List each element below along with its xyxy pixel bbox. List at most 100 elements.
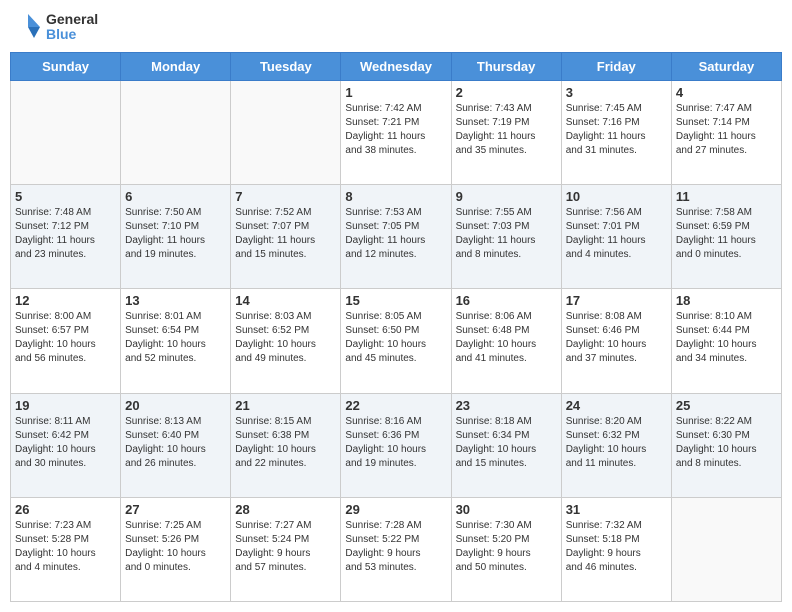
day-number: 26 xyxy=(15,502,116,517)
day-info: Sunrise: 8:05 AM Sunset: 6:50 PM Dayligh… xyxy=(345,310,446,366)
day-number: 25 xyxy=(676,398,777,413)
day-info: Sunrise: 7:48 AM Sunset: 7:12 PM Dayligh… xyxy=(15,206,116,262)
day-number: 14 xyxy=(235,293,336,308)
calendar-cell: 19Sunrise: 8:11 AM Sunset: 6:42 PM Dayli… xyxy=(11,393,121,497)
weekday-header-monday: Monday xyxy=(121,53,231,81)
day-info: Sunrise: 8:15 AM Sunset: 6:38 PM Dayligh… xyxy=(235,415,336,471)
day-number: 11 xyxy=(676,189,777,204)
day-number: 20 xyxy=(125,398,226,413)
calendar-week-3: 19Sunrise: 8:11 AM Sunset: 6:42 PM Dayli… xyxy=(11,393,782,497)
day-number: 28 xyxy=(235,502,336,517)
calendar-body: 1 Sunrise: 7:42 AM Sunset: 7:21 PM Daylig… xyxy=(11,81,782,602)
calendar-cell: 25 Sunrise: 8:22 AM Sunset: 6:30 PM Dayli… xyxy=(671,393,781,497)
day-number: 31 xyxy=(566,502,667,517)
logo: GeneralBlue xyxy=(10,10,98,44)
day-number: 18 xyxy=(676,293,777,308)
calendar-cell: 3 Sunrise: 7:45 AM Sunset: 7:16 PM Daylig… xyxy=(561,81,671,185)
calendar-cell: 21 Sunrise: 8:15 AM Sunset: 6:38 PM Dayli… xyxy=(231,393,341,497)
calendar-cell: 7Sunrise: 7:52 AM Sunset: 7:07 PM Daylig… xyxy=(231,185,341,289)
day-info: Sunrise: 8:10 AM Sunset: 6:44 PM Dayligh… xyxy=(676,310,777,366)
weekday-header-friday: Friday xyxy=(561,53,671,81)
day-info: Sunrise: 7:53 AM Sunset: 7:05 PM Dayligh… xyxy=(345,206,446,262)
day-info: Sunrise: 8:01 AM Sunset: 6:54 PM Dayligh… xyxy=(125,310,226,366)
calendar-cell: 18 Sunrise: 8:10 AM Sunset: 6:44 PM Dayli… xyxy=(671,289,781,393)
day-info: Sunrise: 8:03 AM Sunset: 6:52 PM Dayligh… xyxy=(235,310,336,366)
calendar-week-4: 26 Sunrise: 7:23 AM Sunset: 5:28 PM Dayli… xyxy=(11,497,782,601)
day-info: Sunrise: 8:11 AM Sunset: 6:42 PM Dayligh… xyxy=(15,415,116,471)
day-number: 3 xyxy=(566,85,667,100)
day-number: 10 xyxy=(566,189,667,204)
day-info: Sunrise: 7:58 AM Sunset: 6:59 PM Dayligh… xyxy=(676,206,777,262)
calendar-cell: 23 Sunrise: 8:18 AM Sunset: 6:34 PM Dayli… xyxy=(451,393,561,497)
day-number: 12 xyxy=(15,293,116,308)
day-info: Sunrise: 8:18 AM Sunset: 6:34 PM Dayligh… xyxy=(456,415,557,471)
calendar-cell: 6 Sunrise: 7:50 AM Sunset: 7:10 PM Daylig… xyxy=(121,185,231,289)
day-info: Sunrise: 7:42 AM Sunset: 7:21 PM Dayligh… xyxy=(345,102,446,158)
header: GeneralBlue xyxy=(10,10,782,44)
day-info: Sunrise: 8:22 AM Sunset: 6:30 PM Dayligh… xyxy=(676,415,777,471)
calendar-cell: 11 Sunrise: 7:58 AM Sunset: 6:59 PM Dayli… xyxy=(671,185,781,289)
calendar-cell: 30Sunrise: 7:30 AM Sunset: 5:20 PM Dayli… xyxy=(451,497,561,601)
weekday-header-saturday: Saturday xyxy=(671,53,781,81)
day-info: Sunrise: 8:20 AM Sunset: 6:32 PM Dayligh… xyxy=(566,415,667,471)
calendar-cell: 27 Sunrise: 7:25 AM Sunset: 5:26 PM Dayli… xyxy=(121,497,231,601)
day-info: Sunrise: 7:47 AM Sunset: 7:14 PM Dayligh… xyxy=(676,102,777,158)
calendar-cell: 20 Sunrise: 8:13 AM Sunset: 6:40 PM Dayli… xyxy=(121,393,231,497)
day-info: Sunrise: 7:23 AM Sunset: 5:28 PM Dayligh… xyxy=(15,519,116,575)
day-number: 2 xyxy=(456,85,557,100)
calendar-cell: 26 Sunrise: 7:23 AM Sunset: 5:28 PM Dayli… xyxy=(11,497,121,601)
weekday-row: SundayMondayTuesdayWednesdayThursdayFrid… xyxy=(11,53,782,81)
calendar-cell: 16Sunrise: 8:06 AM Sunset: 6:48 PM Dayli… xyxy=(451,289,561,393)
day-info: Sunrise: 7:32 AM Sunset: 5:18 PM Dayligh… xyxy=(566,519,667,575)
calendar-cell: 24 Sunrise: 8:20 AM Sunset: 6:32 PM Dayli… xyxy=(561,393,671,497)
weekday-header-wednesday: Wednesday xyxy=(341,53,451,81)
calendar-cell: 1 Sunrise: 7:42 AM Sunset: 7:21 PM Daylig… xyxy=(341,81,451,185)
day-number: 22 xyxy=(345,398,446,413)
calendar-cell: 2 Sunrise: 7:43 AM Sunset: 7:19 PM Daylig… xyxy=(451,81,561,185)
calendar-cell: 28 Sunrise: 7:27 AM Sunset: 5:24 PM Dayli… xyxy=(231,497,341,601)
calendar-header: SundayMondayTuesdayWednesdayThursdayFrid… xyxy=(11,53,782,81)
day-info: Sunrise: 7:43 AM Sunset: 7:19 PM Dayligh… xyxy=(456,102,557,158)
day-info: Sunrise: 7:25 AM Sunset: 5:26 PM Dayligh… xyxy=(125,519,226,575)
day-info: Sunrise: 8:13 AM Sunset: 6:40 PM Dayligh… xyxy=(125,415,226,471)
calendar-cell xyxy=(121,81,231,185)
calendar-cell: 5Sunrise: 7:48 AM Sunset: 7:12 PM Daylig… xyxy=(11,185,121,289)
page-container: GeneralBlue SundayMondayTuesdayWednesday… xyxy=(0,0,792,612)
day-number: 24 xyxy=(566,398,667,413)
day-info: Sunrise: 8:16 AM Sunset: 6:36 PM Dayligh… xyxy=(345,415,446,471)
day-number: 6 xyxy=(125,189,226,204)
calendar-week-0: 1 Sunrise: 7:42 AM Sunset: 7:21 PM Daylig… xyxy=(11,81,782,185)
day-number: 9 xyxy=(456,189,557,204)
calendar-cell: 14 Sunrise: 8:03 AM Sunset: 6:52 PM Dayli… xyxy=(231,289,341,393)
calendar-cell: 29Sunrise: 7:28 AM Sunset: 5:22 PM Dayli… xyxy=(341,497,451,601)
day-info: Sunrise: 7:28 AM Sunset: 5:22 PM Dayligh… xyxy=(345,519,446,575)
calendar-week-2: 12 Sunrise: 8:00 AM Sunset: 6:57 PM Dayli… xyxy=(11,289,782,393)
day-info: Sunrise: 8:00 AM Sunset: 6:57 PM Dayligh… xyxy=(15,310,116,366)
weekday-header-thursday: Thursday xyxy=(451,53,561,81)
calendar-cell: 8Sunrise: 7:53 AM Sunset: 7:05 PM Daylig… xyxy=(341,185,451,289)
calendar-cell: 4 Sunrise: 7:47 AM Sunset: 7:14 PM Daylig… xyxy=(671,81,781,185)
day-info: Sunrise: 7:52 AM Sunset: 7:07 PM Dayligh… xyxy=(235,206,336,262)
weekday-header-tuesday: Tuesday xyxy=(231,53,341,81)
day-number: 23 xyxy=(456,398,557,413)
day-number: 13 xyxy=(125,293,226,308)
calendar-cell: 31 Sunrise: 7:32 AM Sunset: 5:18 PM Dayli… xyxy=(561,497,671,601)
day-number: 17 xyxy=(566,293,667,308)
day-info: Sunrise: 7:55 AM Sunset: 7:03 PM Dayligh… xyxy=(456,206,557,262)
day-number: 27 xyxy=(125,502,226,517)
day-number: 1 xyxy=(345,85,446,100)
day-info: Sunrise: 8:06 AM Sunset: 6:48 PM Dayligh… xyxy=(456,310,557,366)
logo-svg xyxy=(10,10,44,44)
day-number: 21 xyxy=(235,398,336,413)
calendar-cell xyxy=(671,497,781,601)
calendar-cell xyxy=(11,81,121,185)
calendar-cell: 12 Sunrise: 8:00 AM Sunset: 6:57 PM Dayli… xyxy=(11,289,121,393)
day-number: 4 xyxy=(676,85,777,100)
day-info: Sunrise: 7:50 AM Sunset: 7:10 PM Dayligh… xyxy=(125,206,226,262)
calendar-week-1: 5Sunrise: 7:48 AM Sunset: 7:12 PM Daylig… xyxy=(11,185,782,289)
day-info: Sunrise: 7:30 AM Sunset: 5:20 PM Dayligh… xyxy=(456,519,557,575)
calendar-table: SundayMondayTuesdayWednesdayThursdayFrid… xyxy=(10,52,782,602)
calendar-cell: 13 Sunrise: 8:01 AM Sunset: 6:54 PM Dayli… xyxy=(121,289,231,393)
day-info: Sunrise: 7:45 AM Sunset: 7:16 PM Dayligh… xyxy=(566,102,667,158)
day-info: Sunrise: 7:27 AM Sunset: 5:24 PM Dayligh… xyxy=(235,519,336,575)
